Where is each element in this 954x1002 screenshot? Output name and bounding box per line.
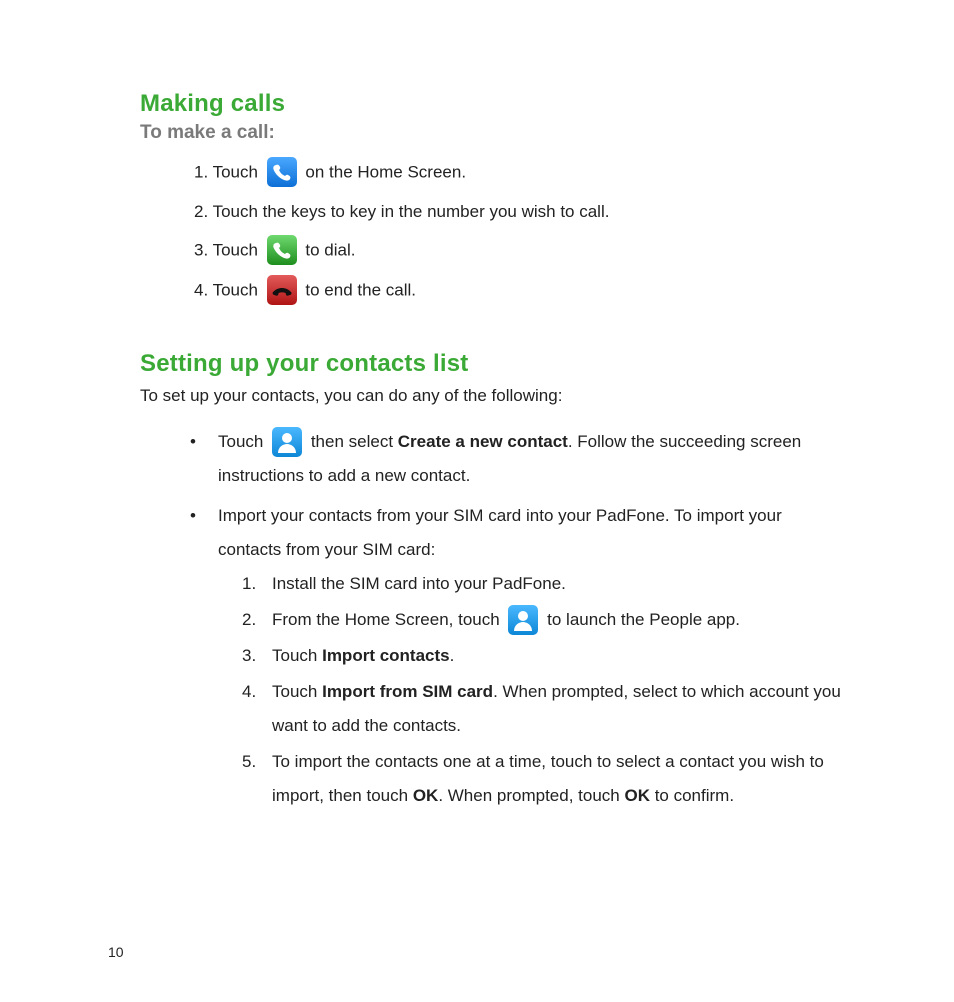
i2-pre: From the Home Screen, touch [272, 610, 504, 629]
i3-post: . [450, 646, 455, 665]
steps-make-call: 1. Touch on the Home Screen. 2. Touch th… [140, 158, 844, 306]
import-sim-bold: Import from SIM card [322, 682, 493, 701]
contacts-bullet-list: • Touch then select Create a new contact… [140, 425, 844, 815]
sub-num: 3. [242, 639, 272, 673]
bullet-content: Touch then select Create a new contact. … [218, 425, 844, 493]
step-4-suffix: to end the call. [301, 281, 416, 300]
sub-step-1: 1. Install the SIM card into your PadFon… [242, 567, 844, 601]
i5-post: to confirm. [650, 786, 734, 805]
sub-content: Touch Import contacts. [272, 639, 844, 673]
sub-content: To import the contacts one at a time, to… [272, 745, 844, 813]
bullet-item-import-sim: • Import your contacts from your SIM car… [190, 499, 844, 815]
sub-num: 1. [242, 567, 272, 601]
section-heading-contacts: Setting up your contacts list [140, 350, 844, 378]
people-icon [272, 427, 302, 457]
create-contact-bold: Create a new contact [398, 432, 568, 451]
i2-post: to launch the People app. [542, 610, 740, 629]
bullet-content: Import your contacts from your SIM card … [218, 499, 844, 815]
b1-mid1: then select [306, 432, 398, 451]
phone-icon [267, 157, 297, 187]
dial-icon [267, 235, 297, 265]
step-1-suffix: on the Home Screen. [301, 162, 466, 181]
b2-text: Import your contacts from your SIM card … [218, 506, 782, 559]
bullet-item-create-contact: • Touch then select Create a new contact… [190, 425, 844, 493]
end-call-icon [267, 275, 297, 305]
i5-mid: . When prompted, touch [438, 786, 624, 805]
document-page: Making calls To make a call: 1. Touch on… [0, 0, 954, 1002]
section-contacts-intro: To set up your contacts, you can do any … [140, 382, 844, 409]
section-heading-making-calls: Making calls [140, 90, 844, 118]
sub-step-4: 4. Touch Import from SIM card. When prom… [242, 675, 844, 743]
sub-num: 4. [242, 675, 272, 743]
bullet-marker: • [190, 425, 218, 493]
step-2: 2. Touch the keys to key in the number y… [194, 198, 844, 226]
step-3-prefix: 3. Touch [194, 241, 263, 260]
step-3-suffix: to dial. [301, 241, 356, 260]
sub-step-2: 2. From the Home Screen, touch to launch… [242, 603, 844, 637]
step-4: 4. Touch to end the call. [194, 276, 844, 306]
import-sim-sublist: 1. Install the SIM card into your PadFon… [218, 567, 844, 813]
bullet-marker: • [190, 499, 218, 815]
step-4-prefix: 4. Touch [194, 281, 263, 300]
i4-pre: Touch [272, 682, 322, 701]
ok-bold-2: OK [624, 786, 650, 805]
step-3: 3. Touch to dial. [194, 236, 844, 266]
i3-pre: Touch [272, 646, 322, 665]
sub-content: Install the SIM card into your PadFone. [272, 567, 844, 601]
sub-num: 2. [242, 603, 272, 637]
b1-pre: Touch [218, 432, 268, 451]
sub-content: From the Home Screen, touch to launch th… [272, 603, 844, 637]
sub-step-3: 3. Touch Import contacts. [242, 639, 844, 673]
page-number: 10 [108, 944, 124, 960]
sub-num: 5. [242, 745, 272, 813]
step-1-prefix: 1. Touch [194, 162, 263, 181]
step-1: 1. Touch on the Home Screen. [194, 158, 844, 188]
sub-content: Touch Import from SIM card. When prompte… [272, 675, 844, 743]
import-contacts-bold: Import contacts [322, 646, 450, 665]
ok-bold-1: OK [413, 786, 439, 805]
sub-step-5: 5. To import the contacts one at a time,… [242, 745, 844, 813]
section-subheading-to-make-call: To make a call: [140, 122, 844, 144]
people-icon [508, 605, 538, 635]
